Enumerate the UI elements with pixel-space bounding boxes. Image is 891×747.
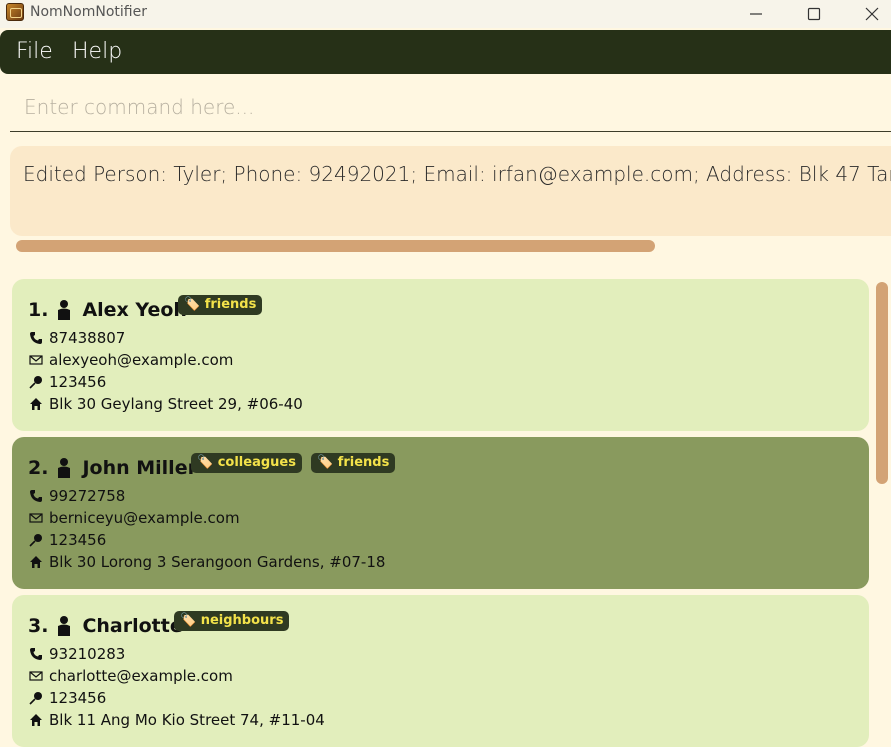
postal-value: 123456 [49,531,107,549]
email-value: charlotte@example.com [49,667,233,685]
person-index: 1. [28,299,49,321]
tag-badge: 🏷️ colleagues [191,453,302,473]
email-row: charlotte@example.com [28,667,233,685]
minimize-button[interactable] [733,0,779,28]
person-card[interactable]: 1. Alex Yeoh 🏷️ friends 87438807 alexyeo… [12,279,869,431]
phone-icon [28,330,44,346]
phone-value: 87438807 [49,329,126,347]
tag-badge: 🏷️ friends [310,453,396,473]
title-bar: NomNomNotifier [0,0,891,28]
tag-list: 🏷️ neighbours [174,611,290,631]
email-icon [28,668,44,684]
home-icon [28,554,44,570]
postal-value: 123456 [49,373,107,391]
command-box [10,86,891,132]
phone-row: 87438807 [28,329,125,347]
address-value: Blk 11 Ang Mo Kio Street 74, #11-04 [49,711,325,729]
phone-icon [28,646,44,662]
email-value: berniceyu@example.com [49,509,240,527]
address-value: Blk 30 Lorong 3 Serangoon Gardens, #07-1… [49,553,386,571]
phone-icon [28,488,44,504]
tag-list: 🏷️ colleagues 🏷️ friends [191,453,396,473]
command-input[interactable] [10,86,891,128]
phone-value: 99272758 [49,487,126,505]
person-header: 2. John Miller [28,455,211,481]
email-icon [28,510,44,526]
address-row: Blk 11 Ang Mo Kio Street 74, #11-04 [28,711,325,729]
close-button[interactable] [849,0,891,28]
tag-list: 🏷️ friends [178,295,263,315]
person-index: 3. [28,615,49,637]
maximize-icon [807,7,821,21]
person-card-selected[interactable]: 2. John Miller 🏷️ colleagues 🏷️ friends … [12,437,869,589]
home-icon [28,712,44,728]
email-value: alexyeoh@example.com [49,351,234,369]
person-card[interactable]: 3. Charlotte 🏷️ neighbours 93210283 char… [12,595,869,747]
address-row: Blk 30 Lorong 3 Serangoon Gardens, #07-1… [28,553,385,571]
person-header: 1. Alex Yeoh [28,297,201,323]
result-horizontal-scrollbar[interactable] [16,240,655,252]
person-name: Alex Yeoh [82,299,187,321]
maximize-button[interactable] [791,0,837,28]
menu-bar: File Help [0,30,891,74]
email-row: berniceyu@example.com [28,509,240,527]
person-icon [58,458,71,478]
phone-row: 93210283 [28,645,125,663]
person-header: 3. Charlotte [28,613,197,639]
window-title: NomNomNotifier [30,4,147,20]
close-icon [865,7,879,21]
pin-icon [28,532,44,548]
tag-badge: 🏷️ friends [178,295,263,315]
list-vertical-scrollbar[interactable] [876,282,888,484]
email-icon [28,352,44,368]
person-name: John Miller [82,457,197,479]
pin-icon [28,374,44,390]
phone-row: 99272758 [28,487,125,505]
menu-help[interactable]: Help [72,39,122,64]
address-value: Blk 30 Geylang Street 29, #06-40 [49,395,303,413]
postal-row: 123456 [28,531,106,549]
postal-value: 123456 [49,689,107,707]
person-icon [58,300,71,320]
app-logo-icon [6,3,24,21]
pin-icon [28,690,44,706]
person-index: 2. [28,457,49,479]
person-icon [58,616,71,636]
person-name: Charlotte [82,615,183,637]
postal-row: 123456 [28,373,106,391]
result-display[interactable]: Edited Person: Tyler; Phone: 92492021; E… [10,146,891,236]
menu-file[interactable]: File [16,39,53,64]
postal-row: 123456 [28,689,106,707]
email-row: alexyeoh@example.com [28,351,233,369]
minimize-icon [750,13,762,15]
home-icon [28,396,44,412]
result-text: Edited Person: Tyler; Phone: 92492021; E… [23,162,891,186]
address-row: Blk 30 Geylang Street 29, #06-40 [28,395,303,413]
tag-badge: 🏷️ neighbours [174,611,290,631]
phone-value: 93210283 [49,645,126,663]
